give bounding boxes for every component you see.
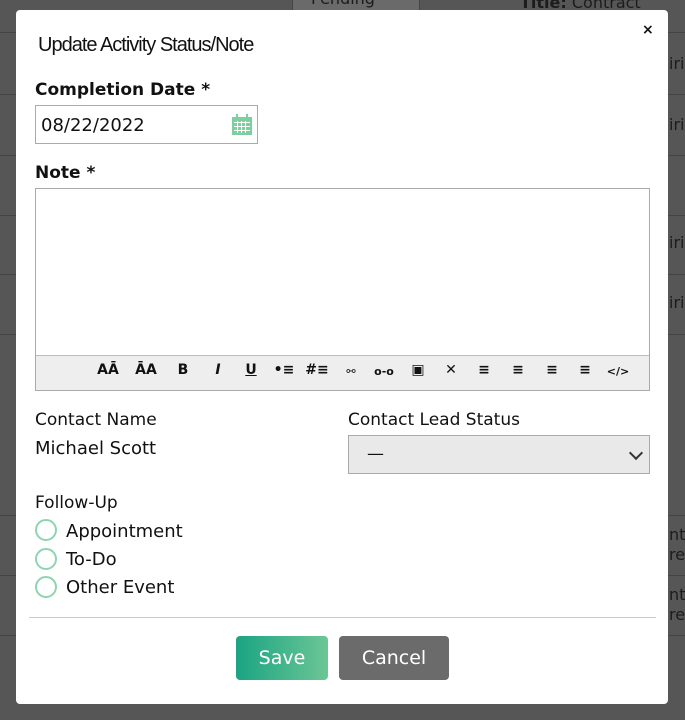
background-fragment: iri [669,115,685,134]
background-fragment: re [669,545,685,564]
bullet-list-icon[interactable]: •≡ [272,362,296,378]
close-icon[interactable]: × [642,22,654,38]
numbered-list-icon[interactable]: #≡ [305,362,329,378]
footer-divider [29,617,656,618]
background-fragment: iri [669,54,685,73]
contact-name-value: Michael Scott [35,438,157,459]
link-icon[interactable]: ⚯ [339,365,363,378]
source-code-icon[interactable]: </> [606,365,630,378]
background-fragment: iri [669,233,685,252]
align-left-icon[interactable]: ≡ [472,362,496,378]
background-fragment: iri [669,293,685,312]
underline-icon[interactable]: U [239,362,263,378]
follow-up-label: Follow-Up [35,493,118,513]
unlink-icon[interactable]: o-o [372,365,396,378]
completion-date-input[interactable]: 08/22/2022 [35,105,258,144]
update-activity-modal: × Update Activity Status/Note Completion… [16,10,668,704]
note-label: Note * [35,163,96,183]
justify-icon[interactable]: ≡ [573,362,597,378]
radio-label-other-event[interactable]: Other Event [66,577,174,598]
background-fragment: nt [669,525,685,544]
note-editor[interactable]: AĀ ĀA B I U •≡ #≡ ⚯ o-o ▣ ✕ ≡ ≡ ≡ ≡ </> [35,188,650,391]
cancel-button[interactable]: Cancel [339,636,449,680]
contact-name-label: Contact Name [35,410,157,430]
image-icon[interactable]: ▣ [406,362,430,378]
align-center-icon[interactable]: ≡ [506,362,530,378]
radio-label-todo[interactable]: To-Do [66,549,117,570]
remove-format-icon[interactable]: ✕ [439,362,463,378]
contact-lead-status-label: Contact Lead Status [348,410,520,430]
calendar-icon[interactable] [231,114,253,136]
italic-icon[interactable]: I [206,362,230,378]
radio-appointment[interactable] [35,519,57,541]
completion-date-label: Completion Date * [35,80,211,100]
align-right-icon[interactable]: ≡ [540,362,564,378]
save-button[interactable]: Save [236,636,328,680]
modal-title: Update Activity Status/Note [38,34,254,56]
radio-label-appointment[interactable]: Appointment [66,521,183,542]
radio-todo[interactable] [35,548,57,570]
contact-lead-status-select[interactable]: — [348,435,650,474]
background-fragment: re [669,605,685,624]
background-fragment: nt [669,585,685,604]
bold-icon[interactable]: B [171,362,195,378]
font-size-increase-icon[interactable]: ĀA [134,362,158,378]
font-size-decrease-icon[interactable]: AĀ [96,362,120,378]
editor-toolbar: AĀ ĀA B I U •≡ #≡ ⚯ o-o ▣ ✕ ≡ ≡ ≡ ≡ </> [36,355,649,390]
note-textarea[interactable] [36,189,649,354]
chevron-down-icon [628,445,644,461]
radio-other-event[interactable] [35,576,57,598]
